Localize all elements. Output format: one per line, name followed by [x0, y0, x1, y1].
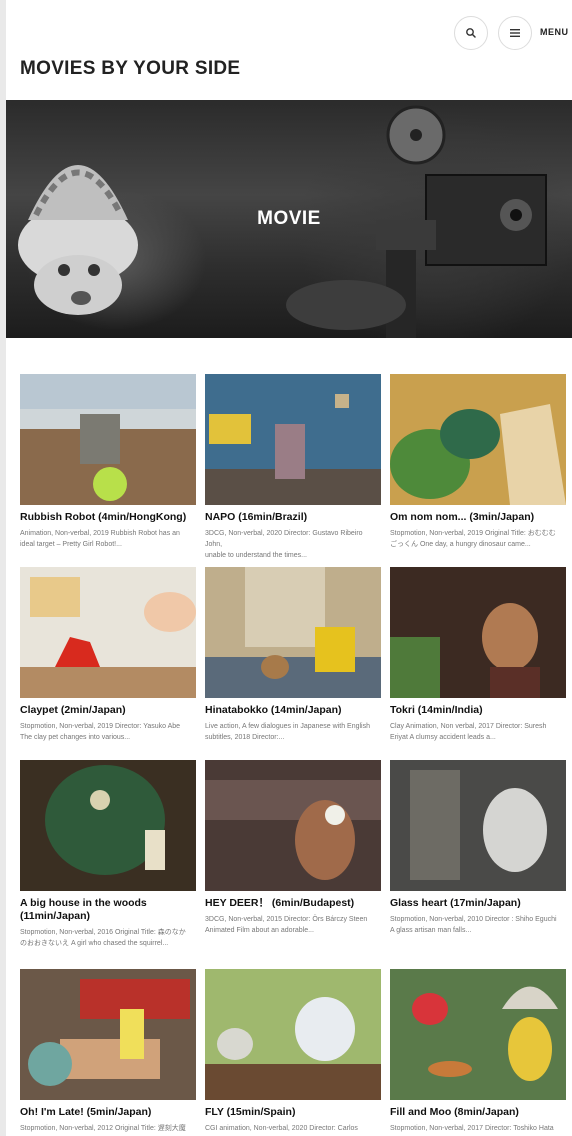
- movie-thumbnail[interactable]: [20, 567, 196, 698]
- movie-description: 3DCG, Non-verbal, 2020 Director: Gustavo…: [205, 530, 363, 559]
- movie-thumbnail[interactable]: [20, 760, 196, 891]
- movie-description: 3DCG, Non-verbal, 2015 Director: Örs Bár…: [205, 916, 368, 934]
- hero-banner: MOVIE: [6, 100, 572, 338]
- site-title[interactable]: MOVIES BY YOUR SIDE: [20, 58, 240, 80]
- movie-title[interactable]: HEY DEER！ (6min/Budapest): [205, 897, 381, 910]
- movie-title[interactable]: Fill and Moo (8min/Japan): [390, 1106, 566, 1119]
- movie-thumbnail[interactable]: [20, 374, 196, 505]
- movie-card[interactable]: HEY DEER！ (6min/Budapest) 3DCG, Non-verb…: [205, 760, 381, 936]
- movie-card[interactable]: Oh! I'm Late! (5min/Japan) Stopmotion, N…: [20, 969, 196, 1134]
- search-button[interactable]: [454, 16, 488, 50]
- movie-title[interactable]: Hinatabokko (14min/Japan): [205, 704, 381, 717]
- search-icon: [466, 28, 476, 38]
- movie-description: Animation, Non-verbal, 2019 Rubbish Robo…: [20, 530, 180, 548]
- movie-title[interactable]: Claypet (2min/Japan): [20, 704, 196, 717]
- movie-description: Live action, A few dialogues in Japanese…: [205, 723, 370, 741]
- movie-card[interactable]: FLY (15min/Spain) CGI animation, Non-ver…: [205, 969, 381, 1134]
- movie-thumbnail[interactable]: [205, 374, 381, 505]
- movie-description: Stopmotion, Non-verbal, 2012 Original Ti…: [20, 1125, 186, 1132]
- movie-card[interactable]: Fill and Moo (8min/Japan) Stopmotion, No…: [390, 969, 566, 1134]
- movie-description: Stopmotion, Non-verbal, 2019 Original Ti…: [390, 530, 556, 548]
- movie-thumbnail[interactable]: [390, 969, 566, 1100]
- movie-description: Stopmotion, Non-verbal, 2019 Director: Y…: [20, 723, 181, 741]
- movie-thumbnail[interactable]: [390, 760, 566, 891]
- movie-description: Stopmotion, Non-verbal, 2017 Director: T…: [390, 1125, 554, 1132]
- movie-title[interactable]: Glass heart (17min/Japan): [390, 897, 566, 910]
- movie-thumbnail[interactable]: [205, 760, 381, 891]
- movie-card[interactable]: Glass heart (17min/Japan) Stopmotion, No…: [390, 760, 566, 936]
- movie-thumbnail[interactable]: [390, 567, 566, 698]
- menu-button[interactable]: [498, 16, 532, 50]
- movie-title[interactable]: NAPO (16min/Brazil): [205, 511, 381, 524]
- site-header: MENU MOVIES BY YOUR SIDE: [6, 0, 572, 100]
- movie-card[interactable]: Rubbish Robot (4min/HongKong) Animation,…: [20, 374, 196, 550]
- movie-card[interactable]: A big house in the woods (11min/Japan) S…: [20, 760, 196, 949]
- hamburger-icon: [510, 29, 520, 37]
- movie-description: Clay Animation, Non verbal, 2017 Directo…: [390, 723, 547, 741]
- movie-card[interactable]: Claypet (2min/Japan) Stopmotion, Non-ver…: [20, 567, 196, 743]
- movie-title[interactable]: Om nom nom... (3min/Japan): [390, 511, 566, 524]
- movie-thumbnail[interactable]: [205, 969, 381, 1100]
- movie-title[interactable]: Tokri (14min/India): [390, 704, 566, 717]
- movie-title[interactable]: Rubbish Robot (4min/HongKong): [20, 511, 196, 524]
- movie-thumbnail[interactable]: [390, 374, 566, 505]
- movie-thumbnail[interactable]: [20, 969, 196, 1100]
- menu-label[interactable]: MENU: [540, 27, 569, 37]
- movie-card[interactable]: Om nom nom... (3min/Japan) Stopmotion, N…: [390, 374, 566, 550]
- hero-title: MOVIE: [257, 208, 321, 229]
- movie-description: Stopmotion, Non-verbal, 2010 Director : …: [390, 916, 557, 934]
- movie-card[interactable]: NAPO (16min/Brazil) 3DCG, Non-verbal, 20…: [205, 374, 381, 561]
- movie-description: Stopmotion, Non-verbal, 2016 Original Ti…: [20, 929, 186, 947]
- movie-title[interactable]: Oh! I'm Late! (5min/Japan): [20, 1106, 196, 1119]
- movie-description: CGI animation, Non-verbal, 2020 Director…: [205, 1125, 358, 1132]
- movie-thumbnail[interactable]: [205, 567, 381, 698]
- page: MENU MOVIES BY YOUR SIDE MOVIE Rubbish R…: [6, 0, 572, 1136]
- movie-title[interactable]: A big house in the woods (11min/Japan): [20, 897, 196, 923]
- movie-card[interactable]: Tokri (14min/India) Clay Animation, Non …: [390, 567, 566, 743]
- movie-title[interactable]: FLY (15min/Spain): [205, 1106, 381, 1119]
- movie-card[interactable]: Hinatabokko (14min/Japan) Live action, A…: [205, 567, 381, 743]
